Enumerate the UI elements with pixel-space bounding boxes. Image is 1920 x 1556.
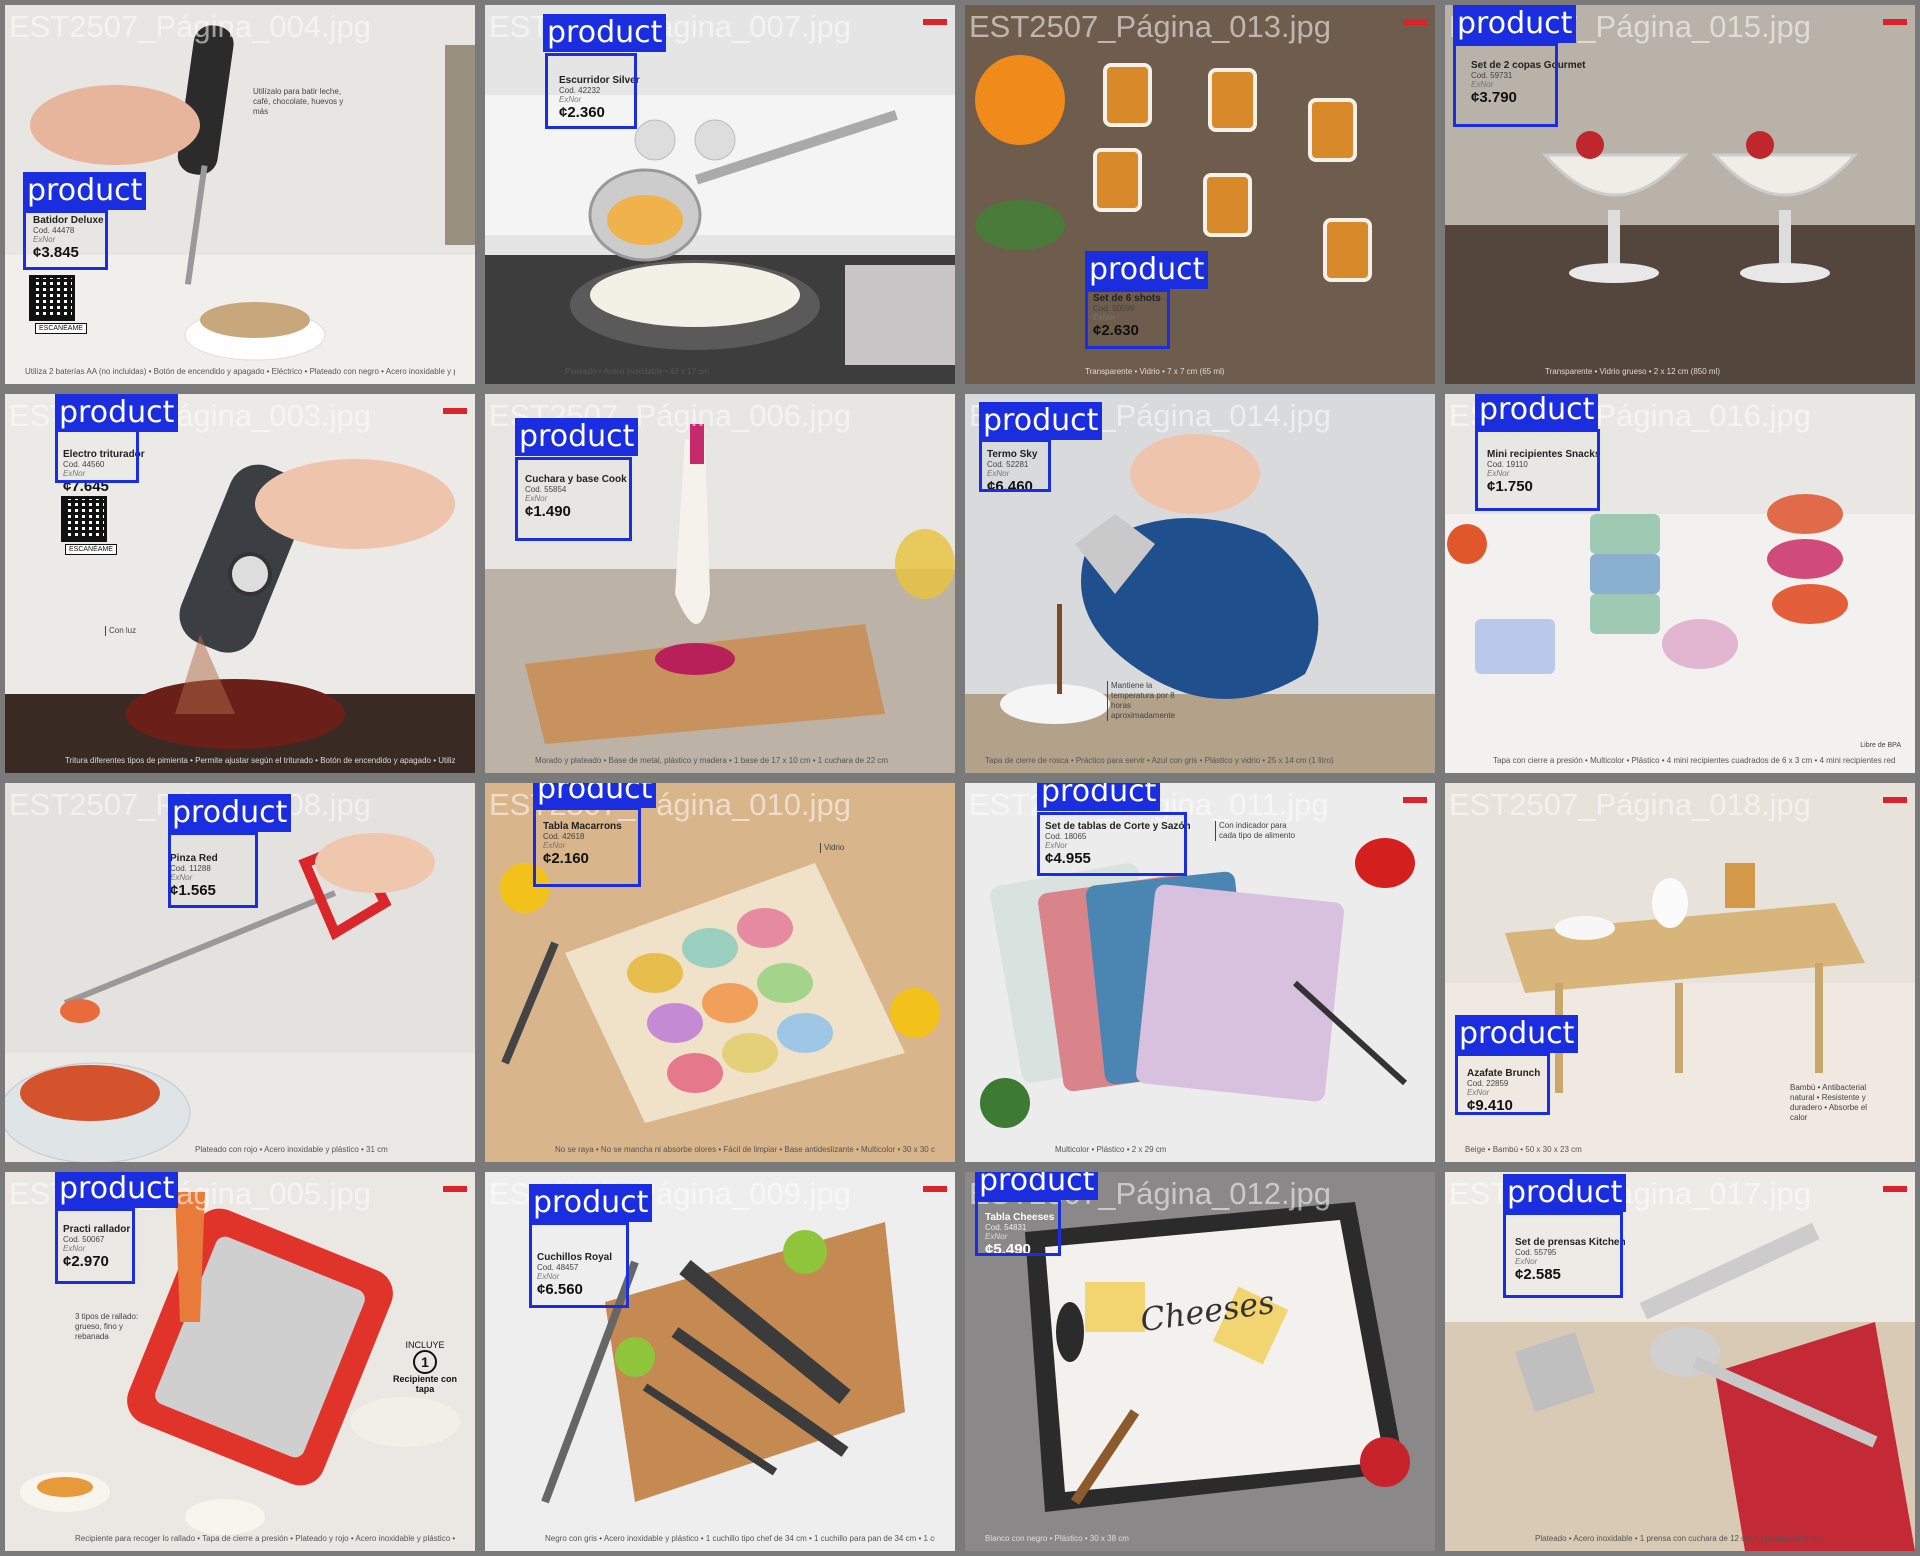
scan-label: ESCANÉAME xyxy=(65,544,117,555)
side-note: Con indicador para cada tipo de alimento xyxy=(1215,821,1299,841)
detection-box xyxy=(979,439,1051,492)
filename-label: EST2507_Página_004.jpg xyxy=(9,9,371,44)
detection-label: product xyxy=(55,1172,179,1208)
tile-pinza[interactable]: Pinza Red Cod. 11288 ExNor ¢1.565 Platea… xyxy=(0,778,480,1167)
tile-triturador[interactable]: ESCANÉAME Con luz Electro triturador Cod… xyxy=(0,389,480,778)
page-marker xyxy=(1883,19,1907,25)
detection-label: product xyxy=(1453,5,1577,43)
detection-label: product xyxy=(1037,783,1161,811)
detection-box xyxy=(545,53,637,129)
detection-label: product xyxy=(975,1172,1099,1200)
detection-label: product xyxy=(533,783,657,808)
detection-box xyxy=(1085,289,1170,349)
page-marker xyxy=(923,19,947,25)
filename-label: EST2507_Página_013.jpg xyxy=(969,9,1331,44)
detection-box xyxy=(23,210,108,270)
detection-box xyxy=(1475,429,1600,511)
detection-box xyxy=(55,429,139,483)
product-footer: Multicolor • Plástico • 2 x 29 cm xyxy=(1055,1145,1167,1154)
page-marker xyxy=(1883,1186,1907,1192)
detection-box xyxy=(55,1208,135,1284)
product-footer: Negro con gris • Acero inoxidable y plás… xyxy=(545,1534,935,1543)
detection-label: product xyxy=(55,394,179,432)
tile-copas[interactable]: Set de 2 copas Gourmet Cod. 59731 ExNor … xyxy=(1440,0,1920,389)
incluye-number: 1 xyxy=(413,1350,437,1374)
product-footer: Transparente • Vidrio grueso • 2 x 12 cm… xyxy=(1545,367,1721,376)
image-grid: ESCANÉAME Utilízalo para batir leche, ca… xyxy=(0,0,1920,1556)
qr-code xyxy=(29,275,75,321)
detection-label: product xyxy=(1455,1015,1579,1053)
product-footer: Blanco con negro • Plástico • 30 x 38 cm xyxy=(985,1534,1129,1543)
photo-tablas xyxy=(965,783,1435,1162)
tile-cuchara[interactable]: Cuchara y base Cook Cod. 55854 ExNor ¢1.… xyxy=(480,389,960,778)
bpa-badge: Libre de BPA xyxy=(1860,742,1901,749)
detection-box xyxy=(975,1199,1061,1256)
product-footer: Plateado • Acero inoxidable • 42 x 17 cm xyxy=(565,367,709,376)
tile-prensas[interactable]: Set de prensas Kitchen Cod. 55795 ExNor … xyxy=(1440,1167,1920,1556)
scan-label: ESCANÉAME xyxy=(35,323,87,334)
detection-box xyxy=(1455,1053,1550,1115)
tile-batidor[interactable]: ESCANÉAME Utilízalo para batir leche, ca… xyxy=(0,0,480,389)
tile-shots[interactable]: Set de 6 shots Cod. 50599 ExNor ¢2.630 T… xyxy=(960,0,1440,389)
detection-label: product xyxy=(23,172,147,210)
page-marker xyxy=(443,1186,467,1192)
detection-label: product xyxy=(979,402,1103,440)
incluye-badge: INCLUYE 1 Recipiente con tapa xyxy=(390,1340,460,1394)
detection-label: product xyxy=(1503,1174,1627,1212)
side-note: Mantiene la temperatura por 8 horas apro… xyxy=(1107,681,1191,721)
product-footer: No se raya • No se mancha ni absorbe olo… xyxy=(555,1145,935,1154)
detection-box xyxy=(1503,1212,1623,1298)
incluye-desc: Recipiente con tapa xyxy=(392,1374,457,1394)
tile-termo[interactable]: Termo Sky Cod. 52281 ExNor ¢6.460 Mantie… xyxy=(960,389,1440,778)
page-marker xyxy=(923,1186,947,1192)
detection-box xyxy=(515,457,632,541)
detection-label: product xyxy=(529,1184,653,1222)
detection-box xyxy=(529,1222,629,1308)
detection-label: product xyxy=(1475,394,1599,429)
tile-tablas[interactable]: Set de tablas de Corte y Sazón Cod. 1806… xyxy=(960,778,1440,1167)
side-note: 3 tipos de rallado: grueso, fino y reban… xyxy=(75,1312,139,1341)
detection-label: product xyxy=(168,794,292,832)
page-marker xyxy=(1403,797,1427,803)
detection-box xyxy=(168,832,258,908)
detection-box xyxy=(1037,812,1187,876)
product-footer: Plateado • Acero inoxidable • 1 prensa c… xyxy=(1535,1534,1821,1543)
page-marker xyxy=(1403,19,1427,25)
product-footer: Morado y plateado • Base de metal, plást… xyxy=(535,756,889,765)
page-marker xyxy=(443,408,467,414)
detection-box xyxy=(1453,43,1558,127)
tile-rallador[interactable]: Practi rallador Cod. 50067 ExNor ¢2.970 … xyxy=(0,1167,480,1556)
detection-label: product xyxy=(515,418,639,456)
detection-label: product xyxy=(1085,251,1209,289)
detection-label: product xyxy=(543,14,667,52)
product-footer: Transparente • Vidrio • 7 x 7 cm (65 ml) xyxy=(1085,367,1225,376)
product-footer: Recipiente para recoger lo rallado • Tap… xyxy=(75,1534,455,1543)
product-footer: Tapa con cierre a presión • Multicolor •… xyxy=(1493,756,1895,765)
qr-code xyxy=(61,496,107,542)
tile-azafate[interactable]: Azafate Brunch Cod. 22859 ExNor ¢9.410 B… xyxy=(1440,778,1920,1167)
filename-label: EST2507_Página_018.jpg xyxy=(1449,787,1811,822)
tile-cheeses[interactable]: Cheeses Tabla Cheeses Cod. 54831 ExNor ¢… xyxy=(960,1167,1440,1556)
product-footer: Plateado con rojo • Acero inoxidable y p… xyxy=(195,1145,388,1154)
detection-box xyxy=(533,807,641,887)
side-note: Bambú • Antibacterial natural • Resisten… xyxy=(1790,1083,1868,1122)
product-footer: Tapa de cierre de rosca • Práctico para … xyxy=(985,756,1334,765)
product-footer: Utiliza 2 baterías AA (no incluidas) • B… xyxy=(25,367,455,376)
side-note: Vidrio xyxy=(820,843,844,853)
photo-shots xyxy=(965,5,1435,384)
product-footer: Tritura diferentes tipos de pimienta • P… xyxy=(65,756,455,765)
tile-macarrons[interactable]: Tabla Macarrons Cod. 42618 ExNor ¢2.160 … xyxy=(480,778,960,1167)
incluye-title: INCLUYE xyxy=(405,1340,445,1350)
tile-recipientes[interactable]: Mini recipientes Snacks Cod. 19110 ExNor… xyxy=(1440,389,1920,778)
product-footer: Beige • Bambú • 50 x 30 x 23 cm xyxy=(1465,1145,1582,1154)
side-note: Con luz xyxy=(105,626,136,636)
page-marker xyxy=(1883,797,1907,803)
tile-cuchillos[interactable]: Cuchillos Royal Cod. 48457 ExNor ¢6.560 … xyxy=(480,1167,960,1556)
side-note: Utilízalo para batir leche, café, chocol… xyxy=(253,87,344,116)
tile-escurridor[interactable]: Escurridor Silver Cod. 42232 ExNor ¢2.36… xyxy=(480,0,960,389)
